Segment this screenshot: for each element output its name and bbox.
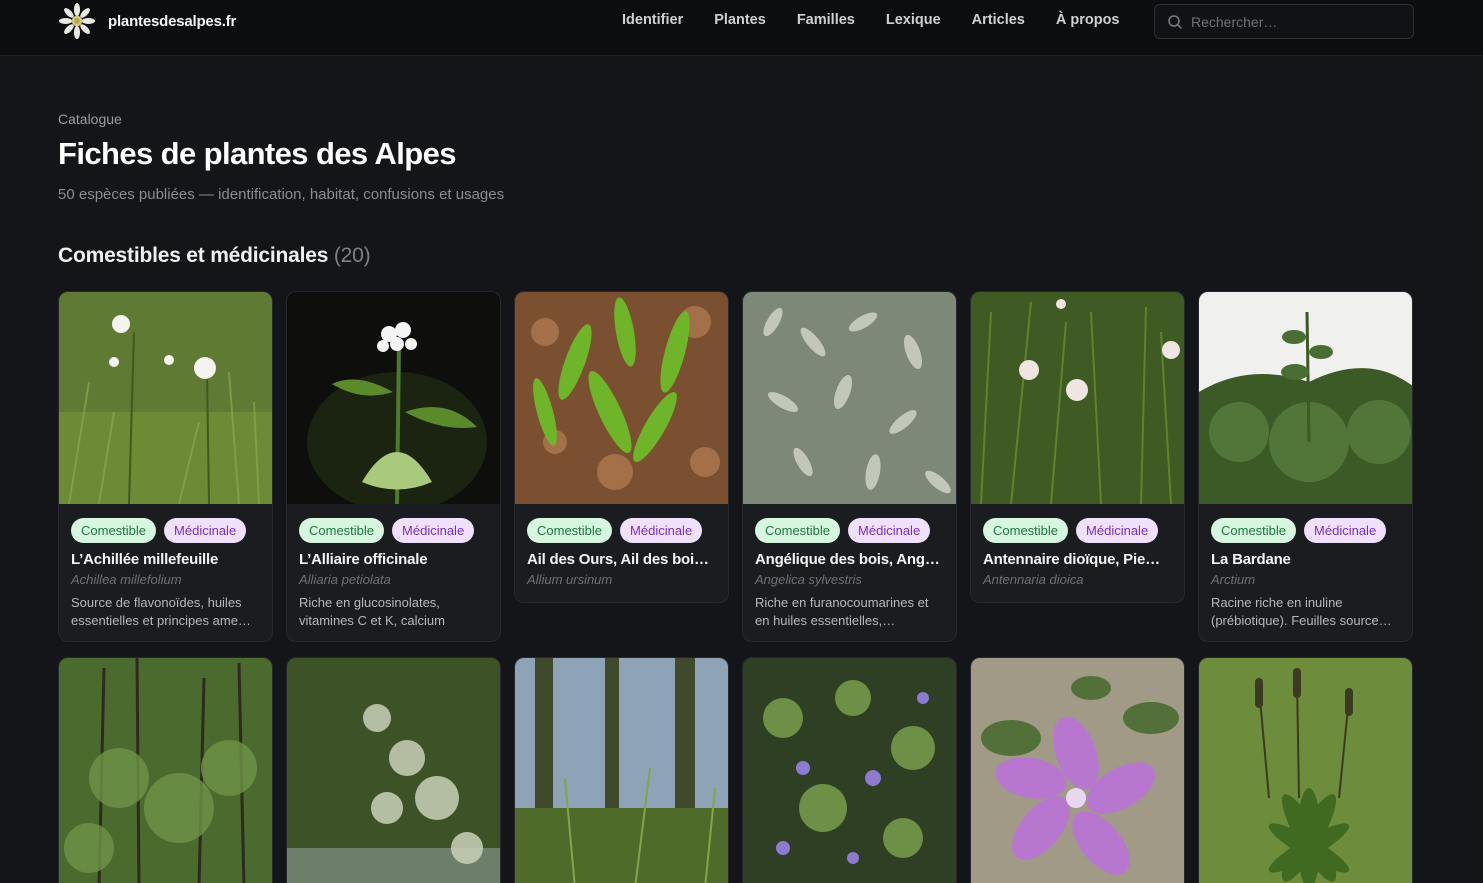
plant-latin-name: Arctium bbox=[1211, 572, 1256, 587]
search-box[interactable] bbox=[1154, 4, 1414, 39]
page-subtitle: 50 espèces publiées — identification, ha… bbox=[58, 186, 505, 203]
plant-latin-name: Antennaria dioica bbox=[983, 572, 1084, 587]
edelweiss-logo-icon bbox=[58, 2, 96, 40]
plant-description: Riche en glucosinolates, vitamines C et … bbox=[299, 595, 445, 628]
plant-card[interactable]: Comestible Médicinale Angélique des bois… bbox=[742, 291, 957, 642]
plant-card[interactable]: Comestible Médicinale Ail des Ours, Ail … bbox=[514, 291, 729, 603]
plant-latin-name: Achillea millefolium bbox=[71, 572, 182, 587]
plant-name: L’Achillée millefeuille bbox=[71, 551, 219, 568]
plant-name: L’Alliaire officinale bbox=[299, 551, 428, 568]
search-icon bbox=[1168, 14, 1182, 29]
nav-plantes[interactable]: Plantes bbox=[714, 12, 766, 28]
section-title: Comestibles et médicinales bbox=[58, 244, 329, 267]
plant-description: Riche en furanocoumarines et en huiles e… bbox=[755, 595, 929, 628]
tag-list: Comestible Médicinale bbox=[59, 504, 272, 543]
tag-list: Comestible Médicinale bbox=[515, 504, 728, 543]
nav-familles[interactable]: Familles bbox=[797, 12, 855, 28]
nav-identifier[interactable]: Identifier bbox=[622, 12, 683, 28]
plant-photo bbox=[971, 292, 1184, 504]
plant-card[interactable] bbox=[58, 657, 273, 883]
tag-medicinal: Médicinale bbox=[620, 518, 703, 543]
tag-edible: Comestible bbox=[983, 518, 1069, 543]
tag-edible: Comestible bbox=[755, 518, 841, 543]
plant-card[interactable] bbox=[742, 657, 957, 883]
plant-card[interactable] bbox=[514, 657, 729, 883]
plant-photo bbox=[743, 292, 956, 504]
plant-card[interactable]: Comestible Médicinale Antennaire dioïque… bbox=[970, 291, 1185, 603]
site-logo-text: plantesdesalpes.fr bbox=[108, 12, 237, 30]
plant-card[interactable] bbox=[286, 657, 501, 883]
plant-photo bbox=[59, 658, 272, 883]
plant-card[interactable]: Comestible Médicinale La Bardane Arctium… bbox=[1198, 291, 1413, 642]
plant-card[interactable] bbox=[970, 657, 1185, 883]
plant-name: Antennaire dioïque, Pie… bbox=[983, 551, 1160, 568]
plant-name: La Bardane bbox=[1211, 551, 1291, 568]
top-navigation-bar: plantesdesalpes.fr Identifier Plantes Fa… bbox=[0, 0, 1483, 56]
tag-edible: Comestible bbox=[527, 518, 613, 543]
plant-latin-name: Angelica sylvestris bbox=[755, 572, 862, 587]
tag-medicinal: Médicinale bbox=[164, 518, 247, 543]
tag-list: Comestible Médicinale bbox=[743, 504, 956, 543]
plant-card[interactable]: Comestible Médicinale L’Achillée millefe… bbox=[58, 291, 273, 642]
plant-photo bbox=[287, 292, 500, 504]
plant-photo bbox=[515, 658, 728, 883]
nav-lexique[interactable]: Lexique bbox=[886, 12, 941, 28]
main-nav: Identifier Plantes Familles Lexique Arti… bbox=[622, 12, 1151, 28]
tag-edible: Comestible bbox=[71, 518, 157, 543]
plant-card[interactable] bbox=[1198, 657, 1413, 883]
tag-list: Comestible Médicinale bbox=[1199, 504, 1412, 543]
section-count: (20) bbox=[333, 244, 371, 267]
section-heading: Comestibles et médicinales (20) bbox=[58, 244, 371, 268]
tag-medicinal: Médicinale bbox=[848, 518, 931, 543]
plant-latin-name: Alliaria petiolata bbox=[299, 572, 391, 587]
plant-photo bbox=[971, 658, 1184, 883]
plant-card[interactable]: Comestible Médicinale L’Alliaire officin… bbox=[286, 291, 501, 642]
plant-name: Angélique des bois, Ang… bbox=[755, 551, 940, 568]
tag-edible: Comestible bbox=[299, 518, 385, 543]
plant-description: Racine riche en inuline (prébiotique). F… bbox=[1211, 595, 1392, 628]
plant-photo bbox=[743, 658, 956, 883]
page-title: Fiches de plantes des Alpes bbox=[58, 136, 456, 171]
tag-medicinal: Médicinale bbox=[1304, 518, 1387, 543]
tag-list: Comestible Médicinale bbox=[971, 504, 1184, 543]
breadcrumb: Catalogue bbox=[58, 111, 122, 127]
plant-photo bbox=[287, 658, 500, 883]
site-logo[interactable]: plantesdesalpes.fr bbox=[58, 2, 236, 40]
plant-photo bbox=[1199, 658, 1412, 883]
search-input[interactable] bbox=[1191, 13, 1391, 30]
plant-name: Ail des Ours, Ail des boi… bbox=[527, 551, 709, 568]
plant-latin-name: Allium ursinum bbox=[527, 572, 613, 587]
tag-medicinal: Médicinale bbox=[392, 518, 475, 543]
nav-a-propos[interactable]: À propos bbox=[1056, 12, 1120, 28]
plant-photo bbox=[515, 292, 728, 504]
tag-edible: Comestible bbox=[1211, 518, 1297, 543]
plant-photo bbox=[1199, 292, 1412, 504]
plant-photo bbox=[59, 292, 272, 504]
tag-medicinal: Médicinale bbox=[1076, 518, 1159, 543]
nav-articles[interactable]: Articles bbox=[972, 12, 1025, 28]
plant-description: Source de flavonoïdes, huiles essentiell… bbox=[71, 595, 251, 628]
tag-list: Comestible Médicinale bbox=[287, 504, 500, 543]
